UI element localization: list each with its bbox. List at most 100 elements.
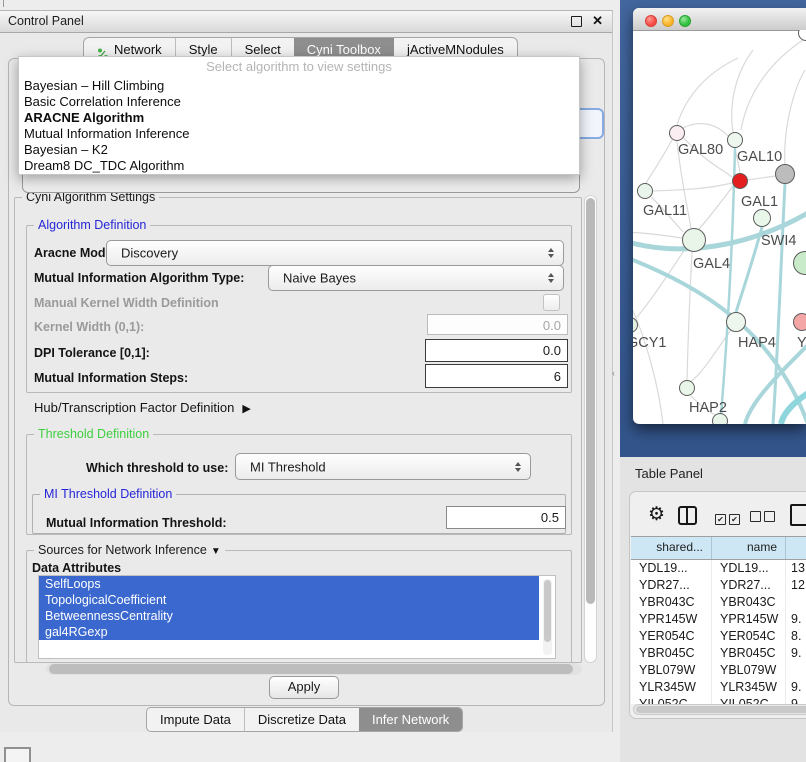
- attribute-item-selected[interactable]: TopologicalCoefficient: [39, 592, 539, 608]
- table-row[interactable]: YLR345WYLR345W9.: [631, 679, 806, 696]
- network-node[interactable]: [726, 312, 746, 332]
- table-cell: YBR045C: [712, 645, 786, 662]
- columns-icon[interactable]: [678, 506, 697, 525]
- table-cell: 12: [786, 577, 806, 594]
- mi-steps-field[interactable]: 6: [425, 364, 568, 388]
- mi-type-select[interactable]: Naive Bayes: [268, 265, 564, 291]
- algorithm-item[interactable]: Dream8 DC_TDC Algorithm: [19, 158, 579, 174]
- spinner-arrows-icon: [548, 248, 554, 258]
- scrollbar-thumb[interactable]: [586, 198, 595, 604]
- scrollbar-thumb[interactable]: [49, 664, 573, 674]
- table-row[interactable]: YBR045CYBR045C9.: [631, 645, 806, 662]
- table-row[interactable]: YPR145WYPR145W9.: [631, 611, 806, 628]
- table-row[interactable]: YDR27...YDR27...12: [631, 577, 806, 594]
- table-panel: Table Panel ⚙ ✔✔ shared... name YDL19...…: [620, 457, 806, 762]
- algorithm-item[interactable]: Bayesian – Hill Climbing: [19, 78, 579, 94]
- attribute-item-selected[interactable]: SelfLoops: [39, 576, 539, 592]
- which-threshold-label: Which threshold to use:: [86, 461, 228, 475]
- network-node[interactable]: [637, 183, 653, 199]
- network-node[interactable]: [682, 228, 706, 252]
- column-header[interactable]: name: [712, 537, 786, 559]
- algorithm-item[interactable]: Bayesian – K2: [19, 142, 579, 158]
- table-row[interactable]: YBL079WYBL079W: [631, 662, 806, 679]
- manual-kernel-checkbox[interactable]: [543, 294, 560, 311]
- attribute-list-scrollbar[interactable]: [543, 579, 552, 655]
- tab-infer-network[interactable]: Infer Network: [359, 708, 462, 731]
- which-threshold-select[interactable]: MI Threshold: [235, 453, 531, 480]
- scrollbar-thumb[interactable]: [636, 706, 806, 713]
- table-cell: YBL079W: [712, 662, 786, 679]
- dpi-tolerance-field[interactable]: 0.0: [425, 339, 568, 362]
- table-row[interactable]: YBR043CYBR043C: [631, 594, 806, 611]
- column-header[interactable]: [786, 537, 806, 559]
- network-node[interactable]: [727, 132, 743, 148]
- document-icon[interactable]: [790, 504, 806, 526]
- hub-definition-toggle[interactable]: Hub/Transcription Factor Definition▶: [34, 400, 251, 415]
- table-cell: YLR345W: [631, 679, 712, 696]
- node-label: GAL80: [678, 142, 723, 158]
- minimized-panel-icon[interactable]: [4, 747, 31, 762]
- network-node[interactable]: [793, 313, 806, 331]
- network-node[interactable]: [669, 125, 685, 141]
- algorithm-item[interactable]: Mutual Information Inference: [19, 126, 579, 142]
- table-cell: YPR145W: [712, 611, 786, 628]
- node-table: shared... name YDL19...YDL19...13YDR27..…: [631, 536, 806, 704]
- tab-label: Infer Network: [372, 708, 449, 731]
- table-cell: 13: [786, 560, 806, 577]
- data-attributes-list: SelfLoops TopologicalCoefficient Between…: [38, 575, 556, 659]
- table-cell: YDL19...: [631, 560, 712, 577]
- table-row[interactable]: YIL052CYIL052C9.: [631, 696, 806, 704]
- float-window-icon[interactable]: [571, 16, 582, 27]
- gear-icon[interactable]: ⚙: [648, 503, 665, 526]
- screenshot-root: Control Panel ✕ Network Style Select Cyn…: [0, 0, 806, 762]
- table-cell: 9.: [786, 645, 806, 662]
- aracne-mode-select[interactable]: Discovery: [106, 240, 564, 266]
- algorithm-item-highlighted[interactable]: ARACNE Algorithm: [19, 110, 579, 126]
- column-header[interactable]: shared...: [631, 537, 712, 559]
- mi-threshold-field[interactable]: 0.5: [446, 506, 566, 529]
- network-node[interactable]: [775, 164, 795, 184]
- network-node[interactable]: [753, 209, 771, 227]
- table-cell: YLR345W: [712, 679, 786, 696]
- network-tab-icon: [97, 44, 109, 56]
- panel-divider-handle[interactable]: ‹: [612, 368, 615, 378]
- node-label: SWI4: [761, 233, 796, 249]
- minimize-traffic-light-icon[interactable]: [662, 15, 674, 27]
- settings-vertical-scrollbar[interactable]: [584, 195, 597, 663]
- table-subpanel: ⚙ ✔✔ shared... name YDL19...YDL19...13YD…: [629, 491, 806, 719]
- network-canvas[interactable]: GAL80GAL10GAL1GAL11SWI4GAL4GCY1HAP4YHAP2: [633, 30, 806, 424]
- table-horizontal-scrollbar[interactable]: [633, 704, 806, 715]
- settings-horizontal-scrollbar[interactable]: [46, 663, 582, 675]
- network-node[interactable]: [732, 173, 748, 189]
- deselect-all-checkboxes-icon[interactable]: [750, 509, 778, 527]
- mi-type-label: Mutual Information Algorithm Type:: [34, 271, 244, 285]
- tab-discretize-data[interactable]: Discretize Data: [244, 708, 359, 731]
- zoom-traffic-light-icon[interactable]: [679, 15, 691, 27]
- sources-group-title[interactable]: Sources for Network Inference▼: [34, 543, 225, 557]
- node-label: GAL11: [643, 203, 687, 219]
- tab-impute-data[interactable]: Impute Data: [147, 708, 244, 731]
- close-icon[interactable]: ✕: [592, 13, 603, 29]
- attribute-item-selected[interactable]: BetweennessCentrality: [39, 608, 539, 624]
- table-cell: YDR27...: [631, 577, 712, 594]
- table-cell: 9.: [786, 679, 806, 696]
- aracne-mode-value: Discovery: [121, 246, 178, 261]
- collapsed-arrow-icon: ▶: [242, 402, 250, 415]
- close-traffic-light-icon[interactable]: [645, 15, 657, 27]
- node-label: HAP4: [738, 335, 776, 351]
- node-label: GCY1: [633, 335, 667, 351]
- select-all-checkboxes-icon[interactable]: ✔✔: [715, 509, 743, 527]
- mi-steps-label: Mutual Information Steps:: [34, 371, 188, 385]
- network-window-titlebar: [633, 8, 806, 31]
- aracne-mode-label: Aracne Mode:: [34, 246, 117, 260]
- algorithm-item[interactable]: Basic Correlation Inference: [19, 94, 579, 110]
- scrollbar-thumb[interactable]: [544, 580, 551, 642]
- table-cell: YIL052C: [712, 696, 786, 704]
- apply-button[interactable]: Apply: [269, 676, 339, 699]
- network-node[interactable]: [712, 413, 728, 424]
- table-row[interactable]: YDL19...YDL19...13: [631, 560, 806, 577]
- network-node[interactable]: [679, 380, 695, 396]
- attribute-item-selected[interactable]: gal4RGexp: [39, 624, 539, 640]
- kernel-width-field[interactable]: 0.0: [427, 314, 568, 335]
- table-row[interactable]: YER054CYER054C8.: [631, 628, 806, 645]
